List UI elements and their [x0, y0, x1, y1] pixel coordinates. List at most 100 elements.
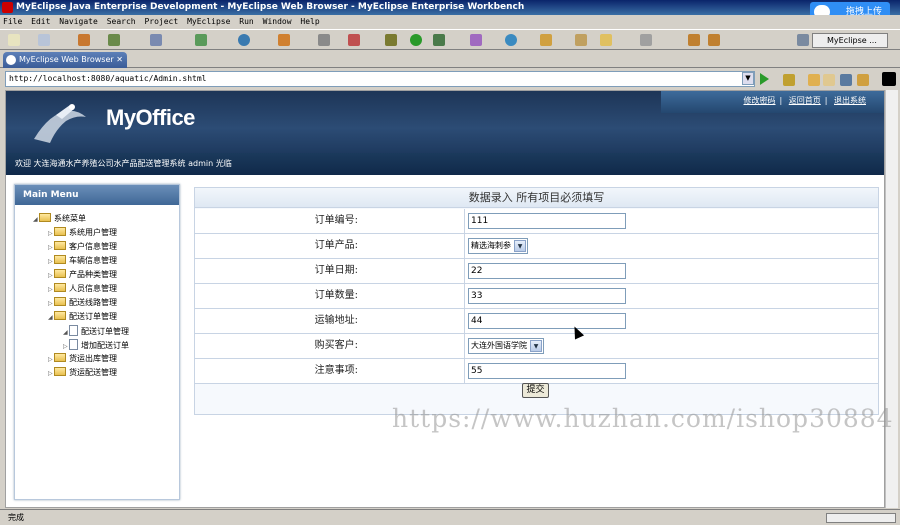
address-bar: http://localhost:8080/aquatic/Admin.shtm… — [0, 69, 900, 89]
form-row-quantity: 订单数量: 33 — [195, 284, 878, 309]
save-icon[interactable] — [38, 34, 50, 46]
annotation-icon[interactable] — [640, 34, 652, 46]
sidebar-item-label: 配送线路管理 — [69, 298, 117, 307]
url-input[interactable]: http://localhost:8080/aquatic/Admin.shtm… — [5, 71, 755, 87]
server-icon[interactable] — [150, 34, 162, 46]
sidebar-item-staff[interactable]: ▷ 人员信息管理 — [48, 283, 117, 296]
folder-icon — [54, 353, 66, 362]
menu-navigate[interactable]: Navigate — [59, 17, 98, 26]
watermark: https://www.huzhan.com/ishop30884 — [392, 404, 894, 433]
new-class-icon[interactable] — [470, 34, 482, 46]
external-tools-icon[interactable] — [433, 34, 445, 46]
stop-icon[interactable] — [840, 74, 852, 86]
sidebar-item-vehicles[interactable]: ▷ 车辆信息管理 — [48, 255, 117, 268]
page-icon — [69, 339, 78, 350]
chevron-down-icon[interactable]: ▼ — [742, 72, 754, 85]
folder-icon — [54, 255, 66, 264]
refresh-icon[interactable] — [505, 34, 517, 46]
menu-myeclipse[interactable]: MyEclipse — [187, 17, 230, 26]
sidebar-item-customers[interactable]: ▷ 客户信息管理 — [48, 241, 117, 254]
back-arrow-icon[interactable] — [808, 74, 820, 86]
globe-icon[interactable] — [238, 34, 250, 46]
menu-project[interactable]: Project — [144, 17, 178, 26]
search-icon[interactable] — [575, 34, 587, 46]
vertical-scrollbar[interactable] — [885, 90, 898, 508]
perspective-button[interactable]: MyEclipse ... — [812, 33, 888, 48]
go-icon[interactable] — [760, 73, 769, 85]
sidebar-item-label: 人员信息管理 — [69, 284, 117, 293]
refresh-page-icon[interactable] — [857, 74, 869, 86]
sidebar-item-delivery[interactable]: ▷ 货运配送管理 — [48, 367, 117, 380]
form-row-notes: 注意事项: 55 — [195, 359, 878, 384]
task-icon[interactable] — [600, 34, 612, 46]
notes-input[interactable]: 55 — [468, 363, 626, 379]
app-logo: MyOffice — [106, 105, 195, 130]
run-icon[interactable] — [410, 34, 422, 46]
page-icon — [69, 325, 78, 336]
change-password-link[interactable]: 修改密码 — [744, 96, 776, 105]
window-title-bar: MyEclipse Java Enterprise Development - … — [0, 0, 900, 15]
sidebar-item-label: 配送订单管理 — [69, 312, 117, 321]
bookmark-icon[interactable] — [783, 74, 795, 86]
customer-select[interactable]: 大连外国语学院 ▼ — [468, 338, 544, 354]
menu-help[interactable]: Help — [300, 17, 319, 26]
window-icon[interactable] — [318, 34, 330, 46]
sidebar-subitem-add-order[interactable]: ▷ 增加配送订单 — [63, 339, 129, 353]
tab-web-browser[interactable]: MyEclipse Web Browser ✕ — [3, 52, 127, 68]
form-row-address: 运输地址: 44 — [195, 309, 878, 334]
submit-button[interactable]: 提交 — [522, 383, 549, 398]
order-no-input[interactable]: 111 — [468, 213, 626, 229]
menu-search[interactable]: Search — [107, 17, 136, 26]
field-label: 订单编号: — [195, 209, 465, 233]
sidebar-item-routes[interactable]: ▷ 配送线路管理 — [48, 297, 117, 310]
sidebar-item-orders[interactable]: ◢ 配送订单管理 — [48, 311, 117, 324]
new-icon[interactable] — [8, 34, 20, 46]
close-tab-icon[interactable]: ✕ — [116, 52, 123, 68]
toolbox-icon[interactable] — [78, 34, 90, 46]
tree-root[interactable]: ◢ 系统菜单 — [33, 213, 86, 226]
sidebar-subitem-order-manage[interactable]: ◢ 配送订单管理 — [63, 325, 129, 339]
order-date-input[interactable]: 22 — [468, 263, 626, 279]
address-input[interactable]: 44 — [468, 313, 626, 329]
window-title: MyEclipse Java Enterprise Development - … — [16, 2, 525, 12]
sidebar-item-label: 货运出库管理 — [69, 354, 117, 363]
menu-run[interactable]: Run — [239, 17, 253, 26]
menu-window[interactable]: Window — [263, 17, 292, 26]
status-text: 完成 — [8, 513, 24, 522]
home-link[interactable]: 返回首页 — [789, 96, 821, 105]
folder-icon — [54, 269, 66, 278]
sidebar-item-label: 增加配送订单 — [81, 341, 129, 350]
sidebar-item-users[interactable]: ▷ 系统用户管理 — [48, 227, 117, 240]
browser-icon — [6, 55, 16, 65]
quantity-input[interactable]: 33 — [468, 288, 626, 304]
menu-edit[interactable]: Edit — [31, 17, 50, 26]
forward-icon[interactable] — [708, 34, 720, 46]
product-select-value: 精选海刺参 — [471, 241, 511, 250]
open-type-icon[interactable] — [540, 34, 552, 46]
open-perspective-icon[interactable] — [797, 34, 809, 46]
tool-icon[interactable] — [348, 34, 360, 46]
menu-file[interactable]: File — [3, 17, 22, 26]
logout-link[interactable]: 退出系统 — [834, 96, 866, 105]
sidebar-item-outbound[interactable]: ▷ 货运出库管理 — [48, 353, 117, 366]
main-menu-panel: Main Menu ◢ 系统菜单 ▷ 系统用户管理 ▷ 客户信息管理 ▷ 车辆信息管理 … — [14, 184, 180, 500]
forward-arrow-icon[interactable] — [823, 74, 835, 86]
sidebar-item-label: 系统用户管理 — [69, 228, 117, 237]
debug-icon[interactable] — [108, 34, 120, 46]
bug-icon[interactable] — [385, 34, 397, 46]
menu-bar: File Edit Navigate Search Project MyEcli… — [0, 15, 900, 29]
console-icon[interactable] — [882, 72, 896, 86]
myeclipse-icon — [2, 2, 13, 13]
product-select[interactable]: 精选海刺参 ▼ — [468, 238, 528, 254]
main-menu-header: Main Menu — [15, 185, 179, 205]
folder-icon — [54, 297, 66, 306]
field-label: 订单数量: — [195, 284, 465, 308]
chevron-down-icon: ▼ — [514, 240, 526, 252]
sidebar-item-label: 配送订单管理 — [81, 327, 129, 336]
back-icon[interactable] — [688, 34, 700, 46]
form-row-date: 订单日期: 22 — [195, 259, 878, 284]
sidebar-item-product-types[interactable]: ▷ 产品种类管理 — [48, 269, 117, 282]
deploy-icon[interactable] — [195, 34, 207, 46]
folder-icon[interactable] — [278, 34, 290, 46]
progress-bar — [826, 513, 896, 523]
